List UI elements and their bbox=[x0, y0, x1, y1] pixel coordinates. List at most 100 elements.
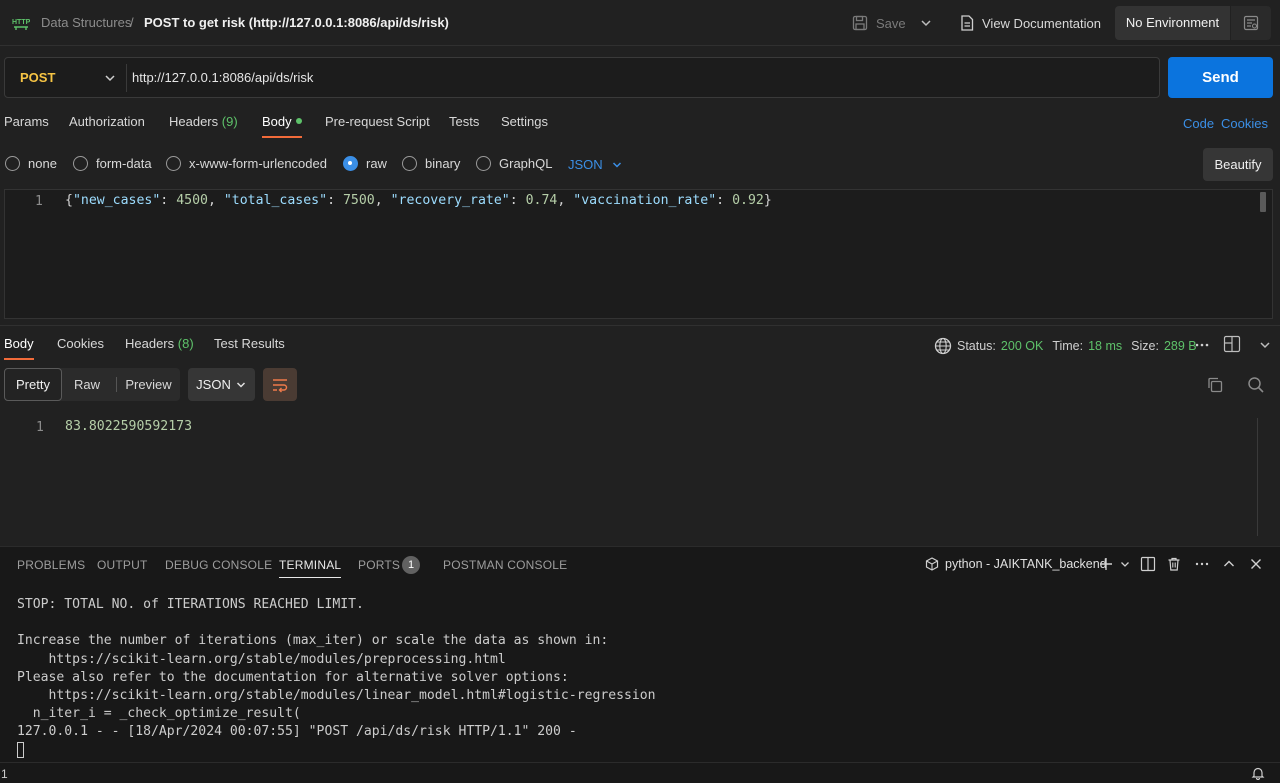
environment-selector[interactable]: No Environment bbox=[1115, 6, 1230, 40]
save-label: Save bbox=[876, 15, 906, 31]
url-divider bbox=[126, 64, 127, 92]
body-type-graphql[interactable]: GraphQL bbox=[476, 156, 552, 171]
save-icon bbox=[852, 15, 868, 31]
body-type-form-data[interactable]: form-data bbox=[73, 156, 152, 171]
response-tab-headers-label: Headers bbox=[125, 336, 175, 351]
new-terminal-plus-icon[interactable] bbox=[1098, 556, 1114, 572]
json-brace: } bbox=[763, 193, 772, 208]
time-value[interactable]: 18 ms bbox=[1088, 339, 1122, 353]
view-documentation-button[interactable]: View Documentation bbox=[960, 11, 1101, 35]
save-button[interactable]: Save bbox=[852, 11, 906, 35]
panel-tab-postman-console[interactable]: POSTMAN CONSOLE bbox=[443, 558, 567, 572]
size-value[interactable]: 289 B bbox=[1164, 339, 1197, 353]
tab-body-label: Body bbox=[262, 114, 292, 129]
more-actions-icon[interactable] bbox=[1194, 556, 1210, 572]
tab-settings[interactable]: Settings bbox=[501, 114, 548, 129]
terminal-line: https://scikit-learn.org/stable/modules/… bbox=[17, 688, 656, 703]
breadcrumb-collection[interactable]: Data Structures bbox=[41, 15, 131, 30]
cookies-link[interactable]: Cookies bbox=[1221, 116, 1268, 131]
terminal-line: STOP: TOTAL NO. of ITERATIONS REACHED LI… bbox=[17, 597, 364, 612]
request-response-divider[interactable] bbox=[0, 325, 1280, 326]
wrap-lines-button[interactable] bbox=[263, 368, 297, 401]
more-options-icon[interactable] bbox=[1194, 337, 1210, 353]
size-label: Size: bbox=[1131, 339, 1159, 353]
status-bar-item[interactable]: 1 bbox=[1, 767, 8, 781]
body-modified-indicator bbox=[295, 118, 302, 124]
tab-authorization[interactable]: Authorization bbox=[69, 114, 145, 129]
environment-quick-look-icon bbox=[1243, 15, 1259, 31]
json-key: "total_cases" bbox=[223, 193, 328, 208]
body-type-raw[interactable]: raw bbox=[343, 156, 387, 171]
view-documentation-label: View Documentation bbox=[982, 15, 1101, 31]
panel-tab-problems[interactable]: PROBLEMS bbox=[17, 558, 85, 572]
radio-icon bbox=[476, 156, 491, 171]
notifications-bell-icon[interactable] bbox=[1251, 766, 1265, 780]
terminal-line: https://scikit-learn.org/stable/modules/… bbox=[17, 651, 506, 667]
close-icon[interactable] bbox=[1248, 556, 1264, 572]
method-selector[interactable]: POST bbox=[20, 70, 55, 85]
terminal-output[interactable]: STOP: TOTAL NO. of ITERATIONS REACHED LI… bbox=[17, 596, 656, 761]
save-options-chevron-icon[interactable] bbox=[918, 15, 934, 31]
response-tab-headers-count: (8) bbox=[177, 336, 194, 351]
terminal-selector[interactable]: python - JAIKTANK_backend bbox=[925, 557, 1107, 571]
tab-pre-request-script[interactable]: Pre-request Script bbox=[325, 114, 430, 129]
copy-icon[interactable] bbox=[1206, 376, 1224, 394]
status-bar: 1 bbox=[0, 762, 1280, 783]
tab-tests[interactable]: Tests bbox=[449, 114, 479, 129]
body-type-urlencoded[interactable]: x-www-form-urlencoded bbox=[166, 156, 327, 171]
method-chevron-down-icon[interactable] bbox=[103, 71, 117, 85]
view-mode-pretty[interactable]: Pretty bbox=[4, 368, 62, 401]
python-terminal-icon bbox=[925, 557, 939, 571]
view-mode-raw[interactable]: Raw bbox=[62, 368, 112, 401]
response-format-selector[interactable]: JSON bbox=[188, 368, 255, 401]
terminal-name: python - JAIKTANK_backend bbox=[945, 557, 1107, 571]
request-body-editor[interactable]: 1 {"new_cases": 4500, "total_cases": 750… bbox=[4, 189, 1273, 319]
response-scrollbar[interactable] bbox=[1257, 418, 1258, 536]
top-bar: HTTP Data Structures / POST to get risk … bbox=[0, 0, 1280, 46]
panel-tab-ports[interactable]: PORTS bbox=[358, 558, 400, 572]
view-mode-preview[interactable]: Preview bbox=[117, 368, 180, 401]
response-tab-body[interactable]: Body bbox=[4, 336, 34, 360]
response-meta: Status: 200 OK Time: 18 ms Size: 289 B bbox=[934, 337, 1197, 355]
response-tab-cookies[interactable]: Cookies bbox=[57, 336, 104, 351]
editor-scrollbar[interactable] bbox=[1260, 192, 1266, 212]
status-value[interactable]: 200 OK bbox=[1001, 339, 1043, 353]
tab-headers[interactable]: Headers (9) bbox=[169, 114, 238, 129]
svg-text:HTTP: HTTP bbox=[12, 19, 30, 26]
body-type-label: form-data bbox=[96, 156, 152, 171]
globe-icon[interactable] bbox=[934, 337, 952, 355]
split-terminal-icon[interactable] bbox=[1140, 556, 1156, 572]
layout-split-icon[interactable] bbox=[1223, 335, 1241, 353]
panel-tab-terminal[interactable]: TERMINAL bbox=[279, 558, 342, 578]
body-type-none[interactable]: none bbox=[5, 156, 57, 171]
terminal-chevron-down-icon[interactable] bbox=[1117, 556, 1133, 572]
beautify-button[interactable]: Beautify bbox=[1203, 148, 1273, 181]
panel-tab-output[interactable]: OUTPUT bbox=[97, 558, 148, 572]
response-body-value[interactable]: 83.8022590592173 bbox=[65, 419, 192, 434]
radio-icon bbox=[402, 156, 417, 171]
chevron-down-icon bbox=[612, 161, 621, 168]
search-icon[interactable] bbox=[1247, 376, 1265, 394]
url-input[interactable]: http://127.0.0.1:8086/api/ds/risk bbox=[132, 70, 313, 85]
terminal-prompt[interactable] bbox=[17, 741, 656, 761]
tab-params[interactable]: Params bbox=[4, 114, 49, 129]
tab-headers-label: Headers bbox=[169, 114, 219, 129]
collapse-response-chevron-icon[interactable] bbox=[1257, 337, 1273, 353]
document-icon bbox=[961, 15, 974, 31]
tab-body[interactable]: Body bbox=[262, 114, 302, 138]
raw-format-selector[interactable]: JSON bbox=[568, 157, 623, 172]
body-type-binary[interactable]: binary bbox=[402, 156, 460, 171]
request-title[interactable]: POST to get risk (http://127.0.0.1:8086/… bbox=[144, 15, 449, 30]
environment-quick-look-button[interactable] bbox=[1231, 6, 1271, 40]
response-tab-test-results[interactable]: Test Results bbox=[214, 336, 285, 351]
radio-selected-icon bbox=[343, 156, 358, 171]
request-body-code[interactable]: {"new_cases": 4500, "total_cases": 7500,… bbox=[65, 193, 772, 208]
trash-icon[interactable] bbox=[1166, 556, 1182, 572]
code-snippet-link[interactable]: Code bbox=[1183, 116, 1214, 131]
maximize-panel-chevron-up-icon[interactable] bbox=[1221, 556, 1237, 572]
response-tab-headers[interactable]: Headers (8) bbox=[125, 336, 194, 351]
panel-tab-debug-console[interactable]: DEBUG CONSOLE bbox=[165, 558, 272, 572]
send-button[interactable]: Send bbox=[1168, 57, 1273, 98]
response-format-label: JSON bbox=[196, 377, 231, 392]
